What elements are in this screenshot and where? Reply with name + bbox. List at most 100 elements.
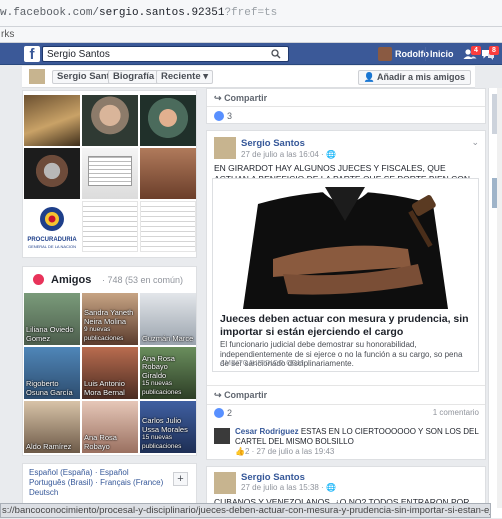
photo-thumb[interactable] [82,95,138,146]
chevron-down-icon: ▾ [203,71,209,82]
user-avatar[interactable] [378,47,392,61]
language-link[interactable]: Español (España) [29,468,93,477]
post-time-text: 27 de julio a las 15:38 · [241,483,326,492]
like-count[interactable]: 3 [227,111,232,121]
url-text[interactable]: w.facebook.com/sergio.santos.92351?fref=… [0,7,277,19]
share-button[interactable]: ↪ Compartir [214,390,267,401]
friend-tile[interactable]: Guzmán Marce [140,293,196,345]
photo-thumb[interactable] [24,148,80,199]
recent-dropdown[interactable]: Reciente ▾ [156,70,214,84]
profile-nav-bar: Sergio Santos Biografía ▾ Reciente ▾ 👤 A… [22,66,475,88]
facebook-top-bar: f Rodolfo Inicio 4 8 [0,43,502,65]
friend-name: Luis Antonio Mora Bernal [84,379,136,397]
share-button[interactable]: ↪ Compartir [214,93,267,104]
link-domain: AMBITOJURIDICO.COM [220,360,304,367]
post-timestamp[interactable]: 27 de julio a las 15:38 · 🌐 [241,483,336,492]
page-scrollbar[interactable] [497,88,502,508]
friend-name: Liliana Oviedo Gomez [26,325,78,343]
profile-avatar-thumb[interactable] [28,68,46,85]
friend-tile[interactable]: Aldo Ramírez [24,401,80,453]
friend-tile[interactable]: Luis Antonio Mora Bernal [82,347,138,399]
photo-thumb[interactable] [140,95,196,146]
friend-name-text: Guzmán Marce [142,333,194,343]
comment-author[interactable]: Cesar Rodriguez [235,427,299,436]
previous-post-footer: ↪ Compartir 3 [206,88,486,124]
search-icon [271,49,281,59]
friend-new-posts: 15 nuevas publicaciones [142,380,182,396]
divider [207,106,485,107]
post-card: Sergio Santos 27 de julio a las 16:04 · … [206,130,486,460]
divider [207,385,485,386]
friend-tile[interactable]: Sandra Yaneth Neira Molina 9 nuevas publi… [82,293,138,345]
friend-name: Ana Rosa Robayo [84,433,136,451]
friends-title[interactable]: Amigos [51,274,91,286]
friend-name-text: Ana Rosa Robayo [84,433,117,451]
photo-thumb[interactable] [140,148,196,199]
language-link[interactable]: Deutsch [29,488,58,497]
bookmarks-bar: rks [0,27,502,43]
add-friend-icon: 👤 [363,72,375,82]
more-languages-button[interactable]: + [173,472,188,486]
photo-thumb[interactable] [82,148,138,199]
link-title[interactable]: Jueces deben actuar con mesura y prudenc… [220,313,472,339]
friend-name: Aldo Ramírez [26,441,78,452]
language-link[interactable]: Português (Brasil) [29,478,93,487]
link-preview-card[interactable]: Jueces deben actuar con mesura y prudenc… [212,178,479,372]
like-reaction-icon [214,111,224,121]
nav-divider [425,47,426,61]
commenter-avatar[interactable] [214,428,230,444]
friend-tile[interactable]: Ana Rosa Robayo Giraldo 15 nuevas publica… [140,347,196,399]
friend-name: Carlos Julio Ussa Morales 15 nuevas publi… [142,416,194,451]
messages-badge: 8 [489,46,499,55]
friend-tile[interactable]: Rigoberto Osuna García [24,347,80,399]
recent-label: Reciente [161,71,201,82]
like-count[interactable]: 2 [227,408,232,418]
friend-name: Sandra Yaneth Neira Molina 9 nuevas publi… [84,308,136,343]
photo-thumb[interactable] [140,201,196,252]
friend-tile[interactable]: Carlos Julio Ussa Morales 15 nuevas publi… [140,401,196,453]
comment-body: Cesar Rodriguez ESTAS EN LO CIERTOOOOOO … [235,427,483,446]
photo-thumb[interactable] [24,95,80,146]
add-friend-label: Añadir a mis amigos [376,72,465,82]
post-author-avatar[interactable] [214,137,236,159]
url-prefix: w.facebook.com/ [0,7,100,19]
post-timestamp[interactable]: 27 de julio a las 16:04 · 🌐 [241,150,336,159]
post-author-avatar[interactable] [214,472,236,494]
search-input[interactable] [43,47,263,61]
svg-text:GENERAL DE LA NACION: GENERAL DE LA NACION [28,244,76,249]
share-label: Compartir [224,93,268,103]
browser-status-bar: s://bancoconocimiento/procesal-y-discipl… [0,503,491,518]
language-link[interactable]: Español [100,468,129,477]
friend-name-text: Liliana Oviedo Gomez [26,325,74,343]
like-reaction-icon [214,408,224,418]
home-link[interactable]: Inicio [430,49,454,59]
add-friend-button[interactable]: 👤 Añadir a mis amigos [357,70,471,85]
friends-header[interactable]: Amigos · 748 (53 en común) [23,267,196,292]
post-options-chevron-icon[interactable]: ⌄ [471,137,479,148]
friend-name-text: Rigoberto Osuna García [26,379,73,397]
post-author-name[interactable]: Sergio Santos [241,472,305,483]
friend-name: Ana Rosa Robayo Giraldo 15 nuevas publica… [142,354,194,398]
friend-name-text: Aldo Ramírez [26,441,72,451]
link-preview-image [213,179,478,309]
bookmarks-label[interactable]: rks [1,29,14,40]
comment-like-count[interactable]: 2 [245,447,249,456]
user-name-link[interactable]: Rodolfo [395,49,429,59]
post-author-name[interactable]: Sergio Santos [241,138,305,149]
friend-tile[interactable]: Ana Rosa Robayo [82,401,138,453]
search-button[interactable] [266,48,286,61]
post-time-text: 27 de julio a las 16:04 · [241,150,326,159]
url-path: sergio.santos.92351 [99,7,225,19]
facebook-logo-icon[interactable]: f [24,46,40,63]
browser-address-bar[interactable]: w.facebook.com/sergio.santos.92351?fref=… [0,0,502,27]
messages-button[interactable]: 8 [480,46,499,62]
photo-thumb[interactable]: PROCURADURIA GENERAL DE LA NACION [24,201,80,252]
friend-requests-button[interactable]: 4 [462,46,481,62]
language-link[interactable]: Français (France) [100,478,163,487]
biography-label: Biografía [113,71,155,82]
comment-timestamp[interactable]: · 27 de julio a las 19:43 [252,447,335,456]
photo-thumb[interactable] [82,201,138,252]
photos-grid: PROCURADURIA GENERAL DE LA NACION [22,90,197,258]
comments-count-link[interactable]: 1 comentario [433,408,479,417]
friend-tile[interactable]: Liliana Oviedo Gomez [24,293,80,345]
